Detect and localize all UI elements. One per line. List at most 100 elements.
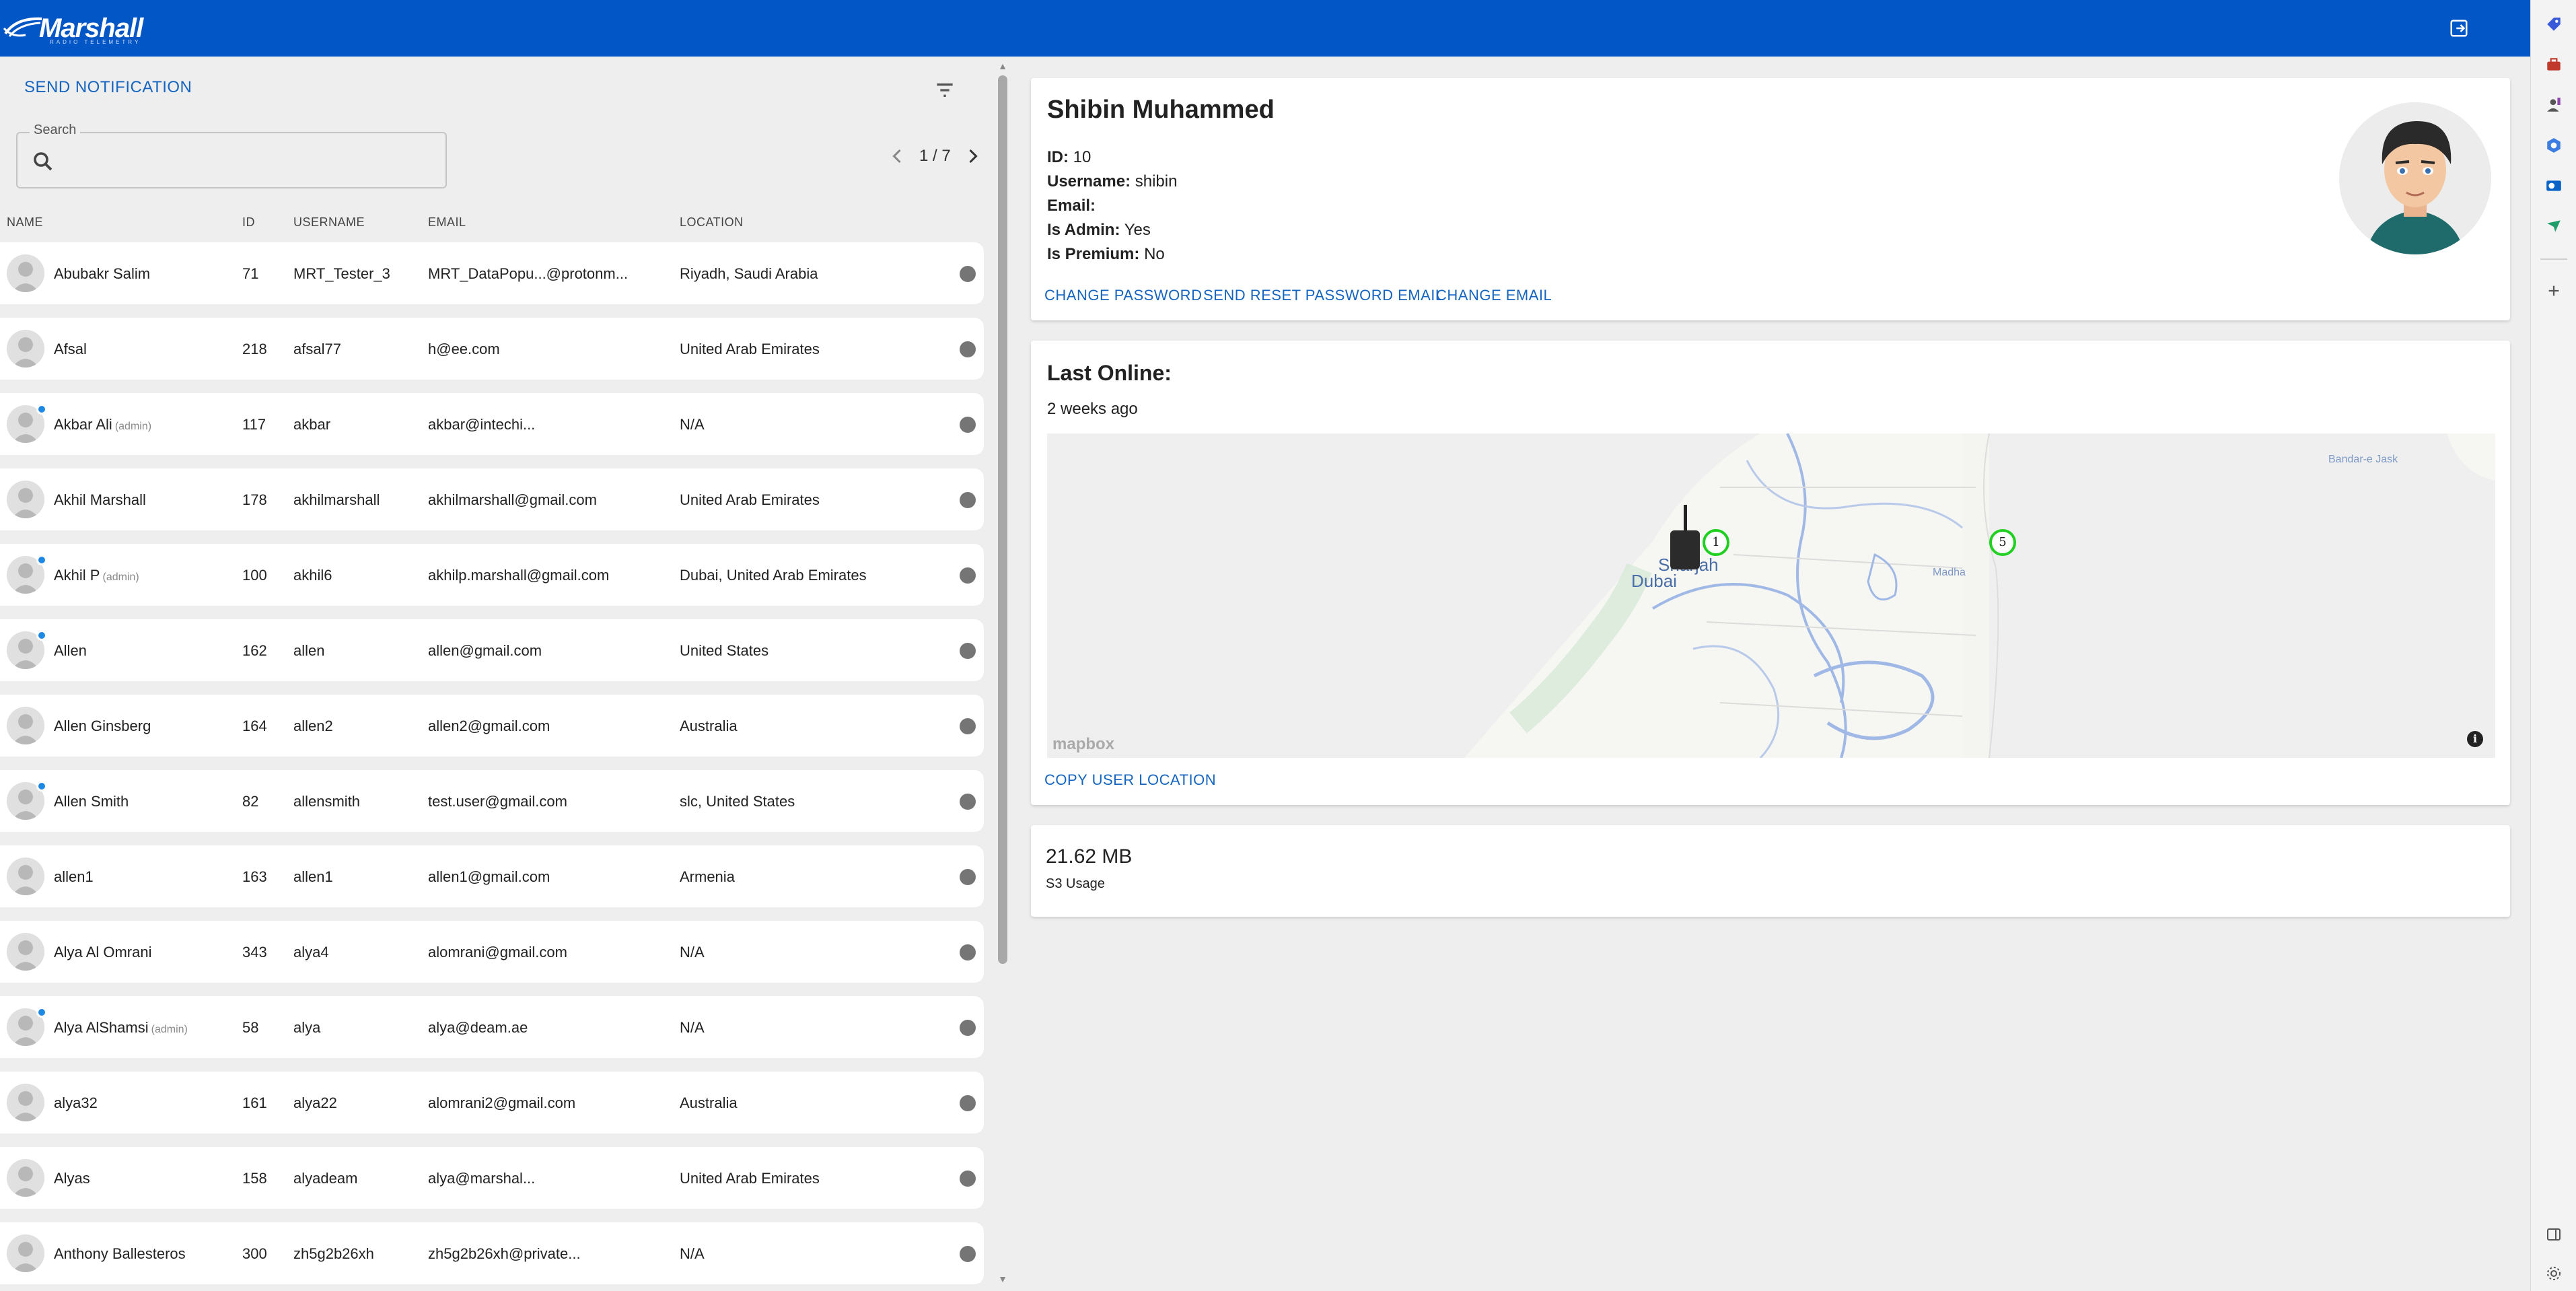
marshall-logo[interactable]: Marshall RADIO TELEMETRY bbox=[3, 9, 143, 47]
sidebar-toggle-icon[interactable] bbox=[2543, 1224, 2565, 1245]
copilot-icon[interactable] bbox=[2543, 135, 2565, 156]
table-row[interactable]: allen1 163 allen1 allen1@gmail.com Armen… bbox=[0, 845, 984, 907]
table-row[interactable]: Alyas 158 alyadeam alya@marshal... Unite… bbox=[0, 1147, 984, 1209]
table-row[interactable]: Allen 162 allen allen@gmail.com United S… bbox=[0, 619, 984, 681]
user-username: alya4 bbox=[293, 944, 329, 961]
user-location: Australia bbox=[680, 718, 738, 734]
column-header-location[interactable]: LOCATION bbox=[680, 215, 744, 230]
outlook-icon[interactable] bbox=[2543, 175, 2565, 197]
filter-button[interactable] bbox=[931, 77, 958, 104]
user-email: alya@deam.ae bbox=[428, 1019, 528, 1036]
user-location: United States bbox=[680, 642, 769, 659]
users-scrollbar[interactable]: ▲ ▼ bbox=[996, 57, 1009, 1291]
user-username: alyadeam bbox=[293, 1170, 358, 1187]
user-location: United Arab Emirates bbox=[680, 1170, 820, 1187]
table-row[interactable]: Abubakr Salim 71 MRT_Tester_3 MRT_DataPo… bbox=[0, 242, 984, 304]
logout-button[interactable] bbox=[2444, 13, 2474, 43]
add-icon[interactable] bbox=[2543, 280, 2565, 302]
user-email: allen@gmail.com bbox=[428, 642, 542, 659]
user-id: 58 bbox=[242, 1019, 259, 1036]
mapbox-attribution[interactable]: mapbox bbox=[1052, 735, 1114, 754]
storage-usage-label: S3 Usage bbox=[1046, 876, 1105, 891]
user-location: Dubai, United Arab Emirates bbox=[680, 567, 867, 584]
change-password-button[interactable]: CHANGE PASSWORD bbox=[1044, 287, 1202, 304]
table-row[interactable]: Anthony Ballesteros 300 zh5g2b26xh zh5g2… bbox=[0, 1222, 984, 1284]
bolt-icon[interactable] bbox=[2543, 215, 2565, 237]
user-name-text: Allen bbox=[54, 642, 87, 659]
user-id: 163 bbox=[242, 868, 267, 885]
status-indicator bbox=[960, 794, 976, 810]
person-icon[interactable] bbox=[2543, 94, 2565, 116]
user-name: Allen bbox=[54, 642, 87, 660]
status-indicator bbox=[960, 718, 976, 734]
status-indicator bbox=[960, 1095, 976, 1111]
location-map[interactable]: Sharjah Dubai Madha Bandar-e Jask 1 5 ma… bbox=[1047, 433, 2495, 758]
status-indicator bbox=[960, 1246, 976, 1262]
map-info-icon[interactable]: i bbox=[2467, 731, 2483, 747]
status-indicator bbox=[960, 1171, 976, 1187]
user-id: 71 bbox=[242, 265, 259, 282]
send-notification-button[interactable]: SEND NOTIFICATION bbox=[24, 78, 192, 97]
tag-icon[interactable] bbox=[2543, 13, 2565, 35]
user-email: alya@marshal... bbox=[428, 1170, 536, 1187]
user-location: slc, United States bbox=[680, 793, 795, 810]
admin-badge-icon bbox=[36, 1007, 47, 1018]
settings-icon[interactable] bbox=[2543, 1263, 2565, 1284]
change-email-button[interactable]: CHANGE EMAIL bbox=[1436, 287, 1552, 304]
table-row[interactable]: Akbar Ali (admin) 117 akbar akbar@intechi… bbox=[0, 393, 984, 455]
logo-subtitle: RADIO TELEMETRY bbox=[50, 39, 141, 45]
next-page-button[interactable] bbox=[963, 144, 983, 168]
column-header-username[interactable]: USERNAME bbox=[293, 215, 365, 230]
admin-tag: (admin) bbox=[114, 421, 152, 432]
scroll-up-icon[interactable]: ▲ bbox=[997, 61, 1008, 71]
map-cluster-marker[interactable]: 1 bbox=[1703, 529, 1729, 556]
map-terrain bbox=[1047, 433, 2495, 758]
user-location: N/A bbox=[680, 1019, 705, 1036]
previous-page-button[interactable] bbox=[887, 144, 907, 168]
avatar bbox=[7, 1084, 44, 1121]
search-icon bbox=[31, 149, 55, 174]
table-row[interactable]: Alya AlShamsi (admin) 58 alya alya@deam.a… bbox=[0, 996, 984, 1058]
table-row[interactable]: Akhil Marshall 178 akhilmarshall akhilma… bbox=[0, 468, 984, 530]
user-username: afsal77 bbox=[293, 341, 341, 357]
user-id: 300 bbox=[242, 1245, 267, 1262]
user-id: 158 bbox=[242, 1170, 267, 1187]
status-indicator bbox=[960, 643, 976, 659]
user-username: akbar bbox=[293, 416, 331, 433]
user-location: Australia bbox=[680, 1094, 738, 1111]
table-row[interactable]: alya32 161 alya22 alomrani2@gmail.com Au… bbox=[0, 1072, 984, 1133]
profile-field-label: Is Admin: bbox=[1047, 221, 1120, 239]
user-location: United Arab Emirates bbox=[680, 341, 820, 357]
column-header-id[interactable]: ID bbox=[242, 215, 255, 230]
profile-field: ID: 10 bbox=[1047, 148, 1091, 167]
search-field[interactable]: Search bbox=[16, 123, 447, 188]
profile-avatar bbox=[2339, 102, 2491, 254]
user-name-text: Anthony Ballesteros bbox=[54, 1245, 186, 1262]
user-id: 161 bbox=[242, 1094, 267, 1111]
table-row[interactable]: Allen Ginsberg 164 allen2 allen2@gmail.c… bbox=[0, 695, 984, 757]
user-name-text: alya32 bbox=[54, 1094, 98, 1111]
profile-field: Username: shibin bbox=[1047, 172, 1177, 191]
user-username: akhil6 bbox=[293, 567, 332, 584]
table-row[interactable]: Akhil P (admin) 100 akhil6 akhilp.marshal… bbox=[0, 544, 984, 606]
scrollbar-thumb[interactable] bbox=[998, 75, 1007, 964]
map-label-bandar: Bandar-e Jask bbox=[2328, 454, 2398, 465]
chevron-left-icon bbox=[892, 149, 901, 164]
table-row[interactable]: Afsal 218 afsal77 h@ee.com United Arab E… bbox=[0, 318, 984, 380]
status-indicator bbox=[960, 869, 976, 885]
user-name: Akbar Ali (admin) bbox=[54, 416, 151, 433]
column-header-email[interactable]: EMAIL bbox=[428, 215, 466, 230]
column-header-name[interactable]: NAME bbox=[7, 215, 43, 230]
profile-field-value: shibin bbox=[1135, 172, 1178, 190]
admin-badge-icon bbox=[36, 781, 47, 792]
toolbox-icon[interactable] bbox=[2543, 54, 2565, 75]
copy-user-location-button[interactable]: COPY USER LOCATION bbox=[1044, 771, 1216, 789]
table-row[interactable]: Allen Smith 82 allensmith test.user@gmai… bbox=[0, 770, 984, 832]
scroll-down-icon[interactable]: ▼ bbox=[997, 1273, 1008, 1284]
user-name-text: Akbar Ali bbox=[54, 416, 112, 433]
device-marker-icon[interactable] bbox=[1668, 505, 1703, 575]
send-reset-password-email-button[interactable]: SEND RESET PASSWORD EMAIL bbox=[1203, 287, 1444, 304]
search-input[interactable] bbox=[65, 143, 435, 179]
map-cluster-marker[interactable]: 5 bbox=[1989, 529, 2016, 556]
table-row[interactable]: Alya Al Omrani 343 alya4 alomrani@gmail.… bbox=[0, 921, 984, 983]
